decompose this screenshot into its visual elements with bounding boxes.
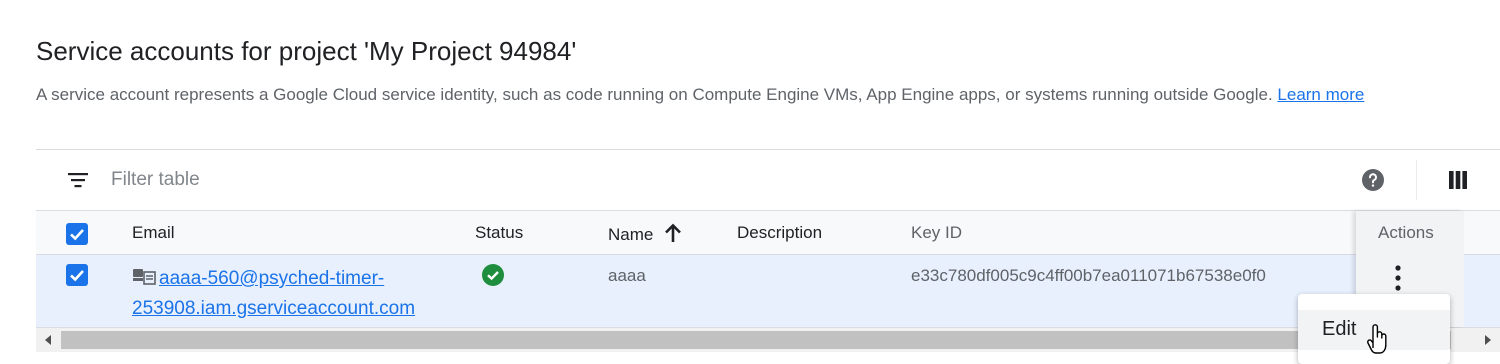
hand-pointer-cursor-icon [1367,324,1387,354]
toolbar-separator [1416,160,1417,200]
email-line-2: 253908.iam.gserviceaccount.com [132,298,416,319]
row-name: aaaa [608,266,646,285]
row-checkbox[interactable] [66,264,88,286]
column-header-actions: Actions [1378,223,1434,242]
more-vert-icon[interactable] [1386,263,1410,293]
arrow-up-icon[interactable] [664,223,682,243]
horizontal-scrollbar[interactable] [36,328,1500,352]
email-line-1: aaaa-560@psyched-timer- [159,268,385,289]
page-description: A service account represents a Google Cl… [36,85,1364,105]
scroll-left-arrow-icon[interactable] [42,334,54,346]
description-text: A service account represents a Google Cl… [36,85,1273,104]
scroll-right-arrow-icon[interactable] [1482,334,1494,346]
filter-bar [36,150,1500,211]
row-key-id: e33c780df005c9c4ff00b7ea011071b67538e0f0 [911,266,1266,285]
column-header-key-id[interactable]: Key ID [911,223,962,243]
learn-more-link[interactable]: Learn more [1277,85,1364,104]
service-account-key-icon [133,269,156,285]
check-icon [70,229,84,241]
column-header-name-label: Name [608,225,654,244]
select-all-checkbox[interactable] [66,223,88,245]
column-display-icon[interactable] [1448,170,1468,190]
menu-item-edit-label: Edit [1322,318,1357,340]
help-icon[interactable] [1361,168,1385,192]
table-header-row: Email Status Name Description Key ID Ke [36,211,1500,255]
table-row[interactable]: aaaa-560@psyched-timer- 253908.iam.gservi… [36,255,1500,328]
column-header-name[interactable]: Name [608,223,682,245]
filter-list-icon[interactable] [66,170,90,190]
check-icon [70,270,84,282]
page-title: Service accounts for project 'My Project… [36,36,577,66]
service-account-email-link[interactable]: aaaa-560@psyched-timer- 253908.iam.gservi… [132,264,415,324]
column-header-email[interactable]: Email [132,223,175,243]
scrollbar-thumb[interactable] [61,331,1451,349]
column-header-status[interactable]: Status [475,223,523,243]
column-header-description[interactable]: Description [737,223,822,243]
check-circle-icon [482,264,504,286]
filter-input[interactable] [111,169,711,191]
